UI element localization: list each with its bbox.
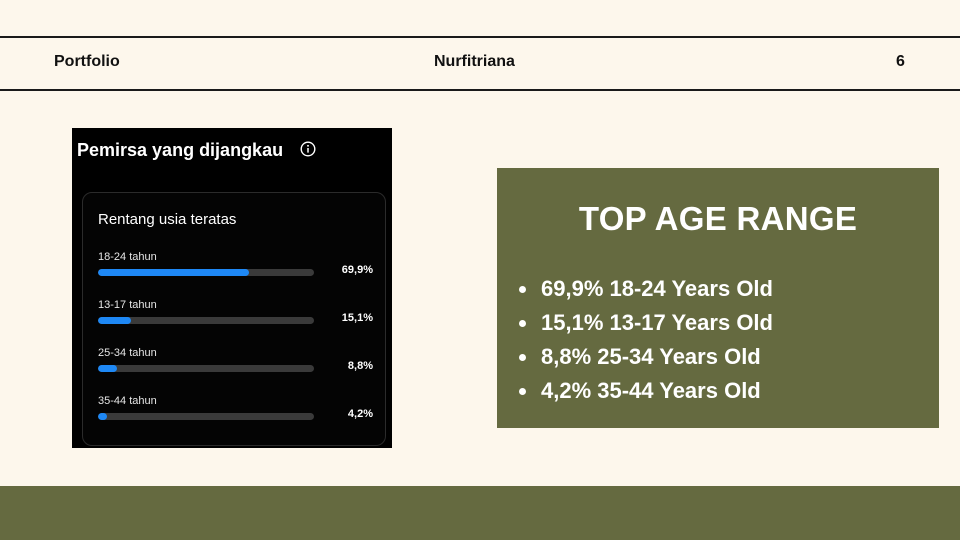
list-item: 4,2% 35-44 Years Old <box>519 374 773 408</box>
audience-reached-title: Pemirsa yang dijangkau <box>77 140 284 160</box>
list-item-text: 4,2% 35-44 Years Old <box>541 378 761 403</box>
header-top-rule <box>0 36 960 38</box>
age-row-label: 25-34 tahun <box>98 347 157 359</box>
age-row-value: 4,2% <box>347 408 373 420</box>
age-row-label: 13-17 tahun <box>98 299 157 311</box>
age-range-list: 69,9% 18-24 Years Old 15,1% 13-17 Years … <box>519 272 773 408</box>
age-row: 25-34 tahun 8,8% <box>98 347 373 387</box>
header-portfolio-label: Portfolio <box>54 53 120 70</box>
age-bar-track <box>98 317 314 324</box>
age-bar-track <box>98 365 314 372</box>
age-bar-fill <box>98 365 117 372</box>
age-row: 13-17 tahun 15,1% <box>98 299 373 339</box>
age-row-value: 8,8% <box>347 360 373 372</box>
list-item: 15,1% 13-17 Years Old <box>519 306 773 340</box>
age-bar-track <box>98 413 314 420</box>
list-item-text: 69,9% 18-24 Years Old <box>541 276 773 301</box>
bullet-icon <box>519 286 526 293</box>
list-item-text: 8,8% 25-34 Years Old <box>541 344 761 369</box>
age-row: 35-44 tahun 4,2% <box>98 395 373 435</box>
age-row-value: 69,9% <box>341 264 373 276</box>
age-bar-fill <box>98 317 131 324</box>
age-range-card: Rentang usia teratas 18-24 tahun 69,9% 1… <box>82 192 386 446</box>
age-range-card-title: Rentang usia teratas <box>98 211 237 228</box>
list-item: 8,8% 25-34 Years Old <box>519 340 773 374</box>
age-bar-fill <box>98 413 108 420</box>
header-author-name: Nurfitriana <box>434 53 515 70</box>
bullet-icon <box>519 388 526 395</box>
age-bar-fill <box>98 269 249 276</box>
top-age-range-panel: TOP AGE RANGE 69,9% 18-24 Years Old 15,1… <box>497 168 939 428</box>
age-row-label: 35-44 tahun <box>98 395 157 407</box>
header-bottom-rule <box>0 89 960 91</box>
panel-title: TOP AGE RANGE <box>578 200 858 237</box>
info-icon <box>300 141 316 157</box>
footer-band <box>0 486 960 540</box>
bullet-icon <box>519 320 526 327</box>
bullet-icon <box>519 354 526 361</box>
age-row-label: 18-24 tahun <box>98 251 157 263</box>
age-row-value: 15,1% <box>341 312 373 324</box>
instagram-insights-screenshot: Pemirsa yang dijangkau Rentang usia tera… <box>72 128 392 448</box>
list-item: 69,9% 18-24 Years Old <box>519 272 773 306</box>
age-bar-track <box>98 269 314 276</box>
list-item-text: 15,1% 13-17 Years Old <box>541 310 773 335</box>
page-number: 6 <box>896 53 905 70</box>
age-row: 18-24 tahun 69,9% <box>98 251 373 291</box>
